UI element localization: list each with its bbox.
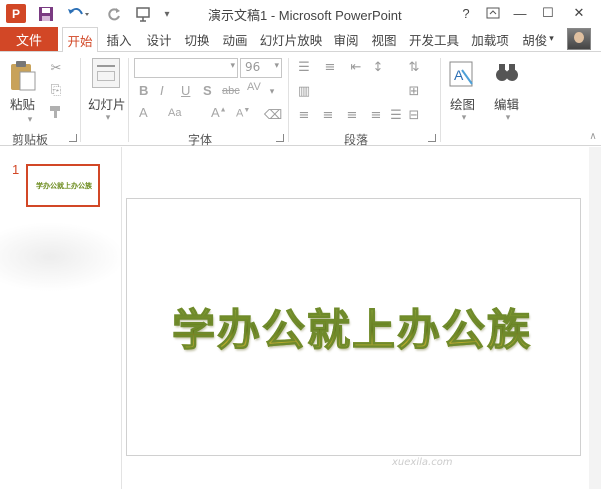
undo-icon[interactable] [64, 4, 92, 24]
numbering-icon[interactable]: ≡ [322, 59, 338, 75]
align-right-icon[interactable]: ≡ [344, 107, 360, 123]
strikethrough-button[interactable]: abc [222, 85, 240, 97]
distributed-icon[interactable]: ☰ [388, 107, 404, 123]
tab-review[interactable]: 审阅 [328, 27, 364, 51]
text-direction-icon[interactable]: ⇅ [406, 59, 422, 75]
title-bar: P ▾ 演示文稿1 - Microsoft PowerPoint ? — ☐ ✕ [0, 0, 601, 27]
customize-qat-icon[interactable]: ▾ [160, 4, 174, 24]
start-from-beginning-icon[interactable] [134, 4, 154, 24]
paste-button[interactable]: 粘贴 [10, 94, 35, 113]
tab-view[interactable]: 视图 [366, 27, 402, 51]
font-group-label: 字体 [188, 133, 213, 147]
slide-number: 1 [12, 162, 20, 177]
font-size-combo[interactable]: 96 ▾ [240, 58, 282, 78]
smartart-icon[interactable]: ⊟ [406, 107, 422, 123]
ribbon-home: 粘贴 ▾ ✂ ⎘ 剪贴板 幻灯片 ▾ ▾ 96 ▾ B I U S abc AV … [0, 51, 601, 147]
window-title: 演示文稿1 - Microsoft PowerPoint [208, 8, 402, 23]
tab-addins[interactable]: 加载项 [466, 27, 514, 51]
paste-dropdown-icon[interactable]: ▾ [22, 112, 38, 128]
cut-icon[interactable]: ✂ [48, 60, 64, 76]
decrease-font-size-icon[interactable]: A▼ [236, 107, 250, 120]
font-name-combo[interactable]: ▾ [134, 58, 238, 78]
character-spacing-icon[interactable]: AV [247, 81, 261, 93]
chevron-down-icon[interactable]: ▾ [456, 110, 472, 126]
underline-button[interactable]: U [181, 83, 190, 98]
tab-home[interactable]: 开始 [62, 27, 98, 52]
change-case-icon[interactable]: Aa [168, 107, 181, 119]
font-size-value: 96 [245, 60, 261, 74]
svg-text:A: A [454, 67, 464, 83]
columns-icon[interactable]: ▥ [296, 83, 312, 99]
editing-area: 1 学办公就上办公族 学办公就上办公族 xuexila.com [0, 147, 601, 489]
chevron-down-icon[interactable]: ▾ [500, 110, 516, 126]
align-text-icon[interactable]: ⊞ [406, 83, 422, 99]
group-divider [440, 58, 441, 142]
tab-developer[interactable]: 开发工具 [404, 27, 464, 51]
clipboard-group-label: 剪贴板 [12, 133, 49, 147]
vertical-scrollbar[interactable] [589, 147, 601, 489]
align-center-icon[interactable]: ≡ [320, 107, 336, 123]
italic-button[interactable]: I [160, 83, 164, 98]
tab-slideshow[interactable]: 幻灯片放映 [256, 27, 326, 51]
help-button[interactable]: ? [456, 3, 476, 23]
watermark: xuexila.com [392, 457, 453, 468]
decorative-smudge [0, 222, 125, 292]
minimize-button[interactable]: — [510, 3, 530, 23]
justify-icon[interactable]: ≡ [368, 107, 384, 123]
group-divider [128, 58, 129, 142]
new-slide-icon[interactable] [92, 58, 120, 88]
slide-canvas[interactable]: 学办公就上办公族 [126, 198, 581, 456]
bullets-icon[interactable]: ☰ [296, 59, 312, 75]
binoculars-icon[interactable] [494, 60, 520, 90]
decrease-indent-icon[interactable]: ⇤ [348, 59, 364, 75]
restore-button[interactable]: ☐ [538, 3, 558, 23]
clipboard-launcher-icon[interactable] [69, 134, 77, 142]
ribbon-tab-row: 文件 开始 插入 设计 切换 动画 幻灯片放映 审阅 视图 开发工具 加载项 胡… [0, 27, 601, 52]
avatar[interactable] [567, 28, 591, 50]
drawing-icon[interactable]: A [448, 60, 476, 90]
chevron-down-icon[interactable]: ▾ [264, 84, 280, 100]
tab-transitions[interactable]: 切换 [179, 27, 215, 51]
save-icon[interactable] [36, 4, 56, 24]
line-spacing-icon[interactable]: ↕ [370, 59, 386, 75]
font-launcher-icon[interactable] [276, 134, 284, 142]
copy-icon[interactable]: ⎘ [48, 82, 64, 98]
paragraph-launcher-icon[interactable] [428, 134, 436, 142]
paste-icon[interactable] [8, 60, 38, 92]
redo-icon[interactable] [104, 4, 124, 24]
collapse-ribbon-icon[interactable]: ∧ [585, 128, 601, 144]
paragraph-group-label: 段落 [344, 133, 369, 147]
ribbon-display-options-icon[interactable] [483, 3, 503, 23]
clear-formatting-icon[interactable]: ⌫ [264, 107, 282, 123]
font-color-icon[interactable]: A [139, 105, 148, 120]
text-shadow-button[interactable]: S [203, 83, 212, 98]
increase-font-size-icon[interactable]: A▲ [211, 105, 227, 120]
group-divider [288, 58, 289, 142]
format-painter-icon[interactable] [48, 104, 64, 120]
user-name[interactable]: 胡俊 ▾ [516, 27, 560, 51]
slide-thumbnail[interactable]: 学办公就上办公族 [26, 164, 100, 207]
slide-title-wordart[interactable]: 学办公就上办公族 [172, 296, 532, 358]
chevron-down-icon: ▾ [549, 34, 554, 44]
slide-thumbnail-pane: 1 学办公就上办公族 [0, 147, 122, 489]
user-name-label: 胡俊 [522, 32, 548, 48]
tab-insert[interactable]: 插入 [101, 27, 137, 51]
tab-design[interactable]: 设计 [141, 27, 177, 51]
bold-button[interactable]: B [139, 83, 148, 98]
group-divider [80, 58, 81, 142]
align-left-icon[interactable]: ≡ [296, 107, 312, 123]
tab-file[interactable]: 文件 [0, 27, 58, 51]
thumbnail-title: 学办公就上办公族 [36, 182, 92, 190]
new-slide-dropdown-icon[interactable]: ▾ [100, 110, 116, 126]
tab-animations[interactable]: 动画 [217, 27, 253, 51]
close-button[interactable]: ✕ [569, 3, 589, 23]
powerpoint-app-icon[interactable]: P [6, 4, 26, 23]
